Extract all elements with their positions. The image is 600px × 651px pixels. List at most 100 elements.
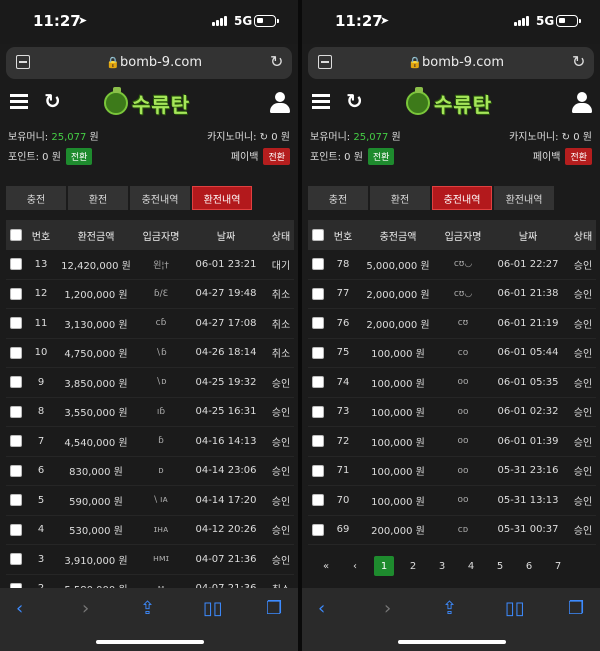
table-row[interactable]: 3 3,910,000 원 ʜᴍɪ 04-07 21:36 승인 (6, 545, 294, 575)
site-logo[interactable]: 수류탄 (406, 87, 492, 118)
tab-withdraw-history[interactable]: 환전내역 (494, 186, 554, 210)
row-checkbox[interactable] (10, 553, 22, 566)
row-checkbox[interactable] (10, 405, 22, 418)
row-checkbox[interactable] (312, 494, 324, 507)
checkbox-cell (6, 287, 28, 300)
table-row[interactable]: 13 12,420,000 원 왼¦† 06-01 23:21 대기 (6, 250, 294, 280)
row-status: 승인 (271, 555, 291, 567)
tab-deposit-history[interactable]: 충전내역 (432, 186, 492, 210)
row-checkbox[interactable] (10, 317, 22, 330)
page-link[interactable]: 2 (403, 556, 423, 576)
table-row[interactable]: 9 3,850,000 원 ∖ᴅ 04-25 19:32 승인 (6, 368, 294, 398)
bookmarks-icon[interactable]: ▯▯ (203, 598, 223, 619)
table-row[interactable]: 75 100,000 원 ᴄᴏ 06-01 05:44 승인 (308, 339, 596, 368)
row-checkbox[interactable] (10, 376, 22, 389)
share-icon[interactable]: ⇪ (140, 598, 155, 619)
page-link[interactable]: « (316, 556, 336, 576)
row-checkbox[interactable] (312, 258, 324, 271)
row-checkbox[interactable] (312, 523, 324, 536)
row-checkbox[interactable] (312, 464, 324, 477)
table-row[interactable]: 4 530,000 원 ɪʜᴀ 04-12 20:26 승인 (6, 516, 294, 545)
page-link[interactable]: 7 (548, 556, 568, 576)
row-checkbox[interactable] (312, 287, 324, 300)
address-bar[interactable]: 🔒 bomb-9.com ↻ (308, 47, 594, 79)
address-bar[interactable]: 🔒 bomb-9.com ↻ (6, 47, 292, 79)
row-checkbox[interactable] (10, 258, 22, 271)
tab-view-icon[interactable] (16, 55, 30, 69)
row-checkbox[interactable] (10, 523, 22, 536)
row-depositor-name: ᴏᴏ (457, 495, 469, 506)
tab-withdraw[interactable]: 환전 (68, 186, 128, 210)
table-row[interactable]: 12 1,200,000 원 ɓ∕Ɛ 04-27 19:48 취소 (6, 280, 294, 309)
table-row[interactable]: 72 100,000 원 ᴏᴏ 06-01 01:39 승인 (308, 427, 596, 457)
tabs-icon[interactable]: ❐ (266, 598, 282, 619)
tab-view-icon[interactable] (318, 55, 332, 69)
table-row[interactable]: 76 2,000,000 원 ᴄʊ 06-01 21:19 승인 (308, 309, 596, 339)
row-number: 77 (336, 288, 350, 300)
table-row[interactable]: 71 100,000 원 ᴏᴏ 05-31 23:16 승인 (308, 457, 596, 486)
row-checkbox[interactable] (10, 287, 22, 300)
reload-icon[interactable]: ↻ (572, 52, 585, 71)
page-link[interactable]: 5 (490, 556, 510, 576)
row-checkbox[interactable] (312, 405, 324, 418)
table-row[interactable]: 70 100,000 원 ᴏᴏ 05-31 13:13 승인 (308, 486, 596, 516)
table-row[interactable]: 74 100,000 원 ᴏᴏ 06-01 05:35 승인 (308, 368, 596, 398)
table-row[interactable]: 77 2,000,000 원 ᴄʊ◡ 06-01 21:38 승인 (308, 280, 596, 309)
payback-convert-button[interactable]: 전환 (565, 148, 592, 165)
tab-deposit[interactable]: 충전 (308, 186, 368, 210)
forward-icon[interactable]: › (82, 598, 89, 619)
site-logo[interactable]: 수류탄 (104, 87, 190, 118)
table-row[interactable]: 11 3,130,000 원 ᴄɓ 04-27 17:08 취소 (6, 309, 294, 339)
refresh-icon[interactable]: ↻ (346, 89, 363, 113)
reload-icon[interactable]: ↻ (270, 52, 283, 71)
url-text[interactable]: bomb-9.com (120, 55, 202, 70)
tabs-icon[interactable]: ❐ (568, 598, 584, 619)
refresh-small-icon[interactable]: ↻ (260, 132, 268, 143)
row-checkbox[interactable] (10, 494, 22, 507)
select-all-checkbox[interactable] (312, 229, 324, 241)
back-icon[interactable]: ‹ (16, 598, 23, 619)
page-link[interactable]: ‹ (345, 556, 365, 576)
row-checkbox[interactable] (312, 376, 324, 389)
menu-icon[interactable] (10, 94, 28, 110)
row-checkbox[interactable] (312, 346, 324, 359)
row-checkbox[interactable] (10, 464, 22, 477)
page-link[interactable]: 6 (519, 556, 539, 576)
table-row[interactable]: 69 200,000 원 ᴄᴅ 05-31 00:37 승인 (308, 516, 596, 545)
payback-convert-button[interactable]: 전환 (263, 148, 290, 165)
select-all-checkbox[interactable] (10, 229, 22, 241)
table-row[interactable]: 8 3,550,000 원 ıɓ 04-25 16:31 승인 (6, 398, 294, 427)
url-text[interactable]: bomb-9.com (422, 55, 504, 70)
checkbox-cell (6, 405, 28, 418)
forward-icon[interactable]: › (384, 598, 391, 619)
tab-withdraw-history[interactable]: 환전내역 (192, 186, 252, 210)
share-icon[interactable]: ⇪ (442, 598, 457, 619)
bookmarks-icon[interactable]: ▯▯ (505, 598, 525, 619)
row-checkbox[interactable] (10, 435, 22, 448)
phone-right: 11:27 ➤ 5G 🔒 bomb-9.com ↻ ↻ 수류탄 보유머니: 25… (302, 0, 600, 651)
tab-deposit-history[interactable]: 충전내역 (130, 186, 190, 210)
page-link[interactable]: 3 (432, 556, 452, 576)
menu-icon[interactable] (312, 94, 330, 110)
refresh-small-icon[interactable]: ↻ (562, 132, 570, 143)
table-row[interactable]: 78 5,000,000 원 ᴄʊ◡ 06-01 22:27 승인 (308, 250, 596, 280)
row-checkbox[interactable] (312, 435, 324, 448)
page-link[interactable]: 4 (461, 556, 481, 576)
user-icon[interactable] (572, 92, 592, 114)
page-link[interactable]: 1 (374, 556, 394, 576)
table-row[interactable]: 73 100,000 원 ᴏᴏ 06-01 02:32 승인 (308, 398, 596, 427)
refresh-icon[interactable]: ↻ (44, 89, 61, 113)
row-checkbox[interactable] (312, 317, 324, 330)
back-icon[interactable]: ‹ (318, 598, 325, 619)
tab-withdraw[interactable]: 환전 (370, 186, 430, 210)
point-convert-button[interactable]: 전환 (65, 148, 93, 165)
table-row[interactable]: 6 830,000 원 ᴅ 04-14 23:06 승인 (6, 457, 294, 486)
user-icon[interactable] (270, 92, 290, 114)
table-row[interactable]: 7 4,540,000 원 ɓ 04-16 14:13 승인 (6, 427, 294, 457)
withdraw-history-table: 번호 환전금액 입금자명 날짜 상태 13 12,420,000 원 왼¦† 06-0… (6, 220, 294, 604)
table-row[interactable]: 10 4,750,000 원 ∖ɓ 04-26 18:14 취소 (6, 339, 294, 368)
tab-deposit[interactable]: 충전 (6, 186, 66, 210)
row-checkbox[interactable] (10, 346, 22, 359)
table-row[interactable]: 5 590,000 원 \ ıᴀ 04-14 17:20 승인 (6, 486, 294, 516)
point-convert-button[interactable]: 전환 (367, 148, 395, 165)
